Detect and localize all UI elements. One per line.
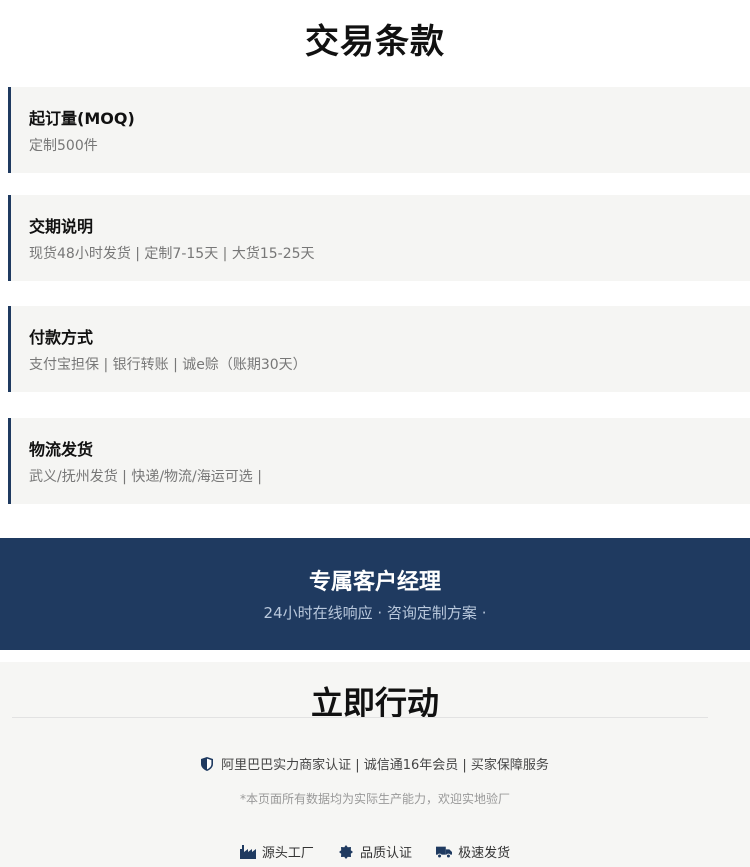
badge-source-factory: 源头工厂 bbox=[239, 842, 314, 861]
divider bbox=[12, 717, 708, 718]
term-title: 起订量(MOQ) bbox=[29, 109, 135, 128]
term-card-delivery: 交期说明 现货48小时发货 | 定制7-15天 | 大货15-25天 bbox=[8, 195, 750, 281]
banner-title: 专属客户经理 bbox=[308, 570, 441, 595]
term-value: 现货48小时发货 | 定制7-15天 | 大货15-25天 bbox=[29, 246, 315, 262]
account-manager-banner[interactable]: 专属客户经理 24小时在线响应 · 咨询定制方案 · bbox=[0, 538, 750, 650]
truck-icon bbox=[436, 846, 453, 859]
term-title: 付款方式 bbox=[29, 328, 94, 347]
term-card-logistics: 物流发货 武义/抚州发货 | 快递/物流/海运可选 | bbox=[8, 418, 750, 504]
term-value: 武义/抚州发货 | 快递/物流/海运可选 | bbox=[29, 469, 262, 485]
term-title: 物流发货 bbox=[29, 440, 94, 459]
badge-row: 源头工厂 品质认证 极速发货 bbox=[0, 842, 750, 861]
disclaimer-note: *本页面所有数据均为实际生产能力，欢迎实地验厂 bbox=[239, 792, 510, 806]
factory-icon bbox=[239, 845, 256, 859]
certification-text: 阿里巴巴实力商家认证 | 诚信通16年会员 | 买家保障服务 bbox=[221, 758, 549, 773]
term-value: 定制500件 bbox=[29, 138, 98, 154]
badge-fast-delivery: 极速发货 bbox=[436, 842, 510, 861]
banner-subtitle: 24小时在线响应 · 咨询定制方案 · bbox=[263, 604, 487, 622]
term-title: 交期说明 bbox=[29, 217, 94, 236]
term-value: 支付宝担保 | 银行转账 | 诚e赊（账期30天） bbox=[29, 357, 307, 373]
certification-line: 阿里巴巴实力商家认证 | 诚信通16年会员 | 买家保障服务 bbox=[0, 754, 750, 773]
call-to-action-section: 立即行动 阿里巴巴实力商家认证 | 诚信通16年会员 | 买家保障服务 *本页面… bbox=[0, 662, 750, 867]
shield-icon bbox=[201, 757, 214, 771]
badge-quality: 品质认证 bbox=[338, 842, 412, 861]
badge-label: 源头工厂 bbox=[261, 846, 314, 861]
term-card-moq: 起订量(MOQ) 定制500件 bbox=[8, 87, 750, 173]
badge-label: 品质认证 bbox=[359, 846, 412, 861]
badge-label: 极速发货 bbox=[458, 846, 511, 861]
page-title: 交易条款 bbox=[305, 22, 445, 62]
quality-badge-icon bbox=[338, 845, 353, 859]
term-card-payment: 付款方式 支付宝担保 | 银行转账 | 诚e赊（账期30天） bbox=[8, 306, 750, 392]
